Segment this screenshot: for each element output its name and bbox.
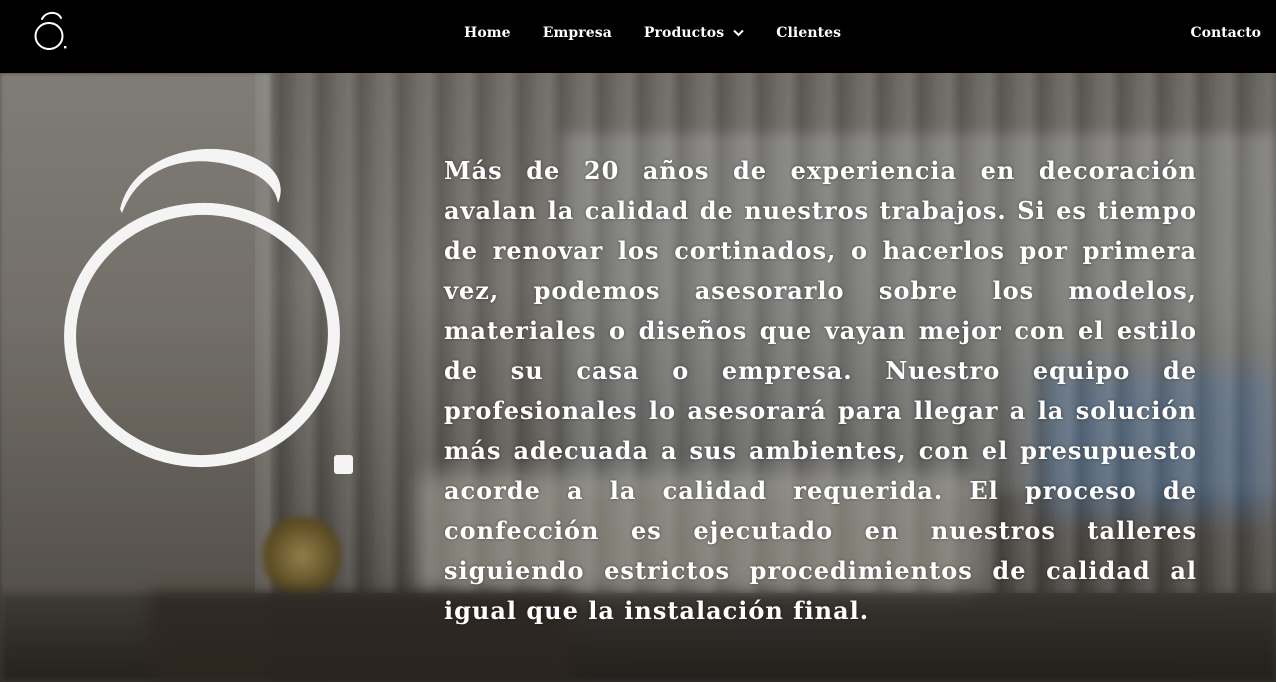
main-nav: Home Empresa Productos Clientes bbox=[464, 22, 873, 44]
nav-empresa-link[interactable]: Empresa bbox=[543, 25, 612, 41]
nav-contacto-link[interactable]: Contacto bbox=[1190, 22, 1261, 44]
brand-logo-large-icon bbox=[64, 148, 353, 474]
chevron-down-icon bbox=[733, 29, 744, 37]
brand-logo-icon[interactable] bbox=[32, 9, 70, 53]
hero-section: Más de 20 años de experiencia en decorac… bbox=[0, 73, 1276, 682]
nav-productos-label: Productos bbox=[643, 25, 725, 41]
top-navbar: Home Empresa Productos Clientes Contacto bbox=[0, 0, 1276, 73]
nav-clientes-link[interactable]: Clientes bbox=[776, 25, 841, 41]
nav-home-link[interactable]: Home bbox=[464, 25, 511, 41]
nav-productos-dropdown[interactable]: Productos bbox=[644, 25, 744, 41]
hero-description: Más de 20 años de experiencia en decorac… bbox=[444, 156, 1197, 625]
